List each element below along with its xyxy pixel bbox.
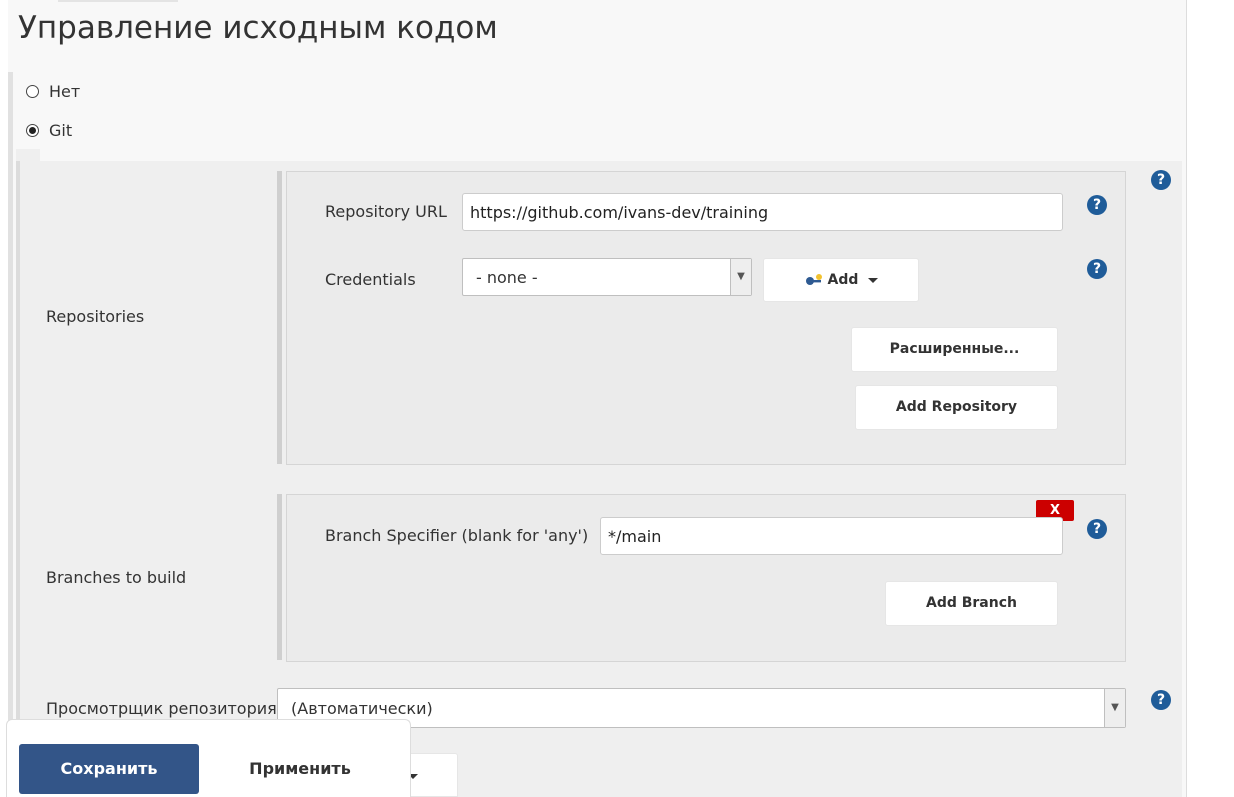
- add-branch-button[interactable]: Add Branch: [885, 581, 1058, 626]
- branches-label: Branches to build: [46, 568, 187, 587]
- repositories-label: Repositories: [46, 307, 145, 326]
- section-indent-bar: [8, 72, 13, 797]
- section-title: Управление исходным кодом: [18, 10, 498, 46]
- apply-button[interactable]: Применить: [210, 744, 390, 794]
- branch-specifier-label: Branch Specifier (blank for 'any'): [325, 526, 589, 545]
- chevron-down-icon: ▼: [1104, 689, 1125, 727]
- add-credentials-label: Add: [827, 272, 859, 288]
- git-help-icon[interactable]: ?: [1151, 170, 1171, 190]
- scm-option-none-label: Нет: [49, 81, 81, 101]
- repository-url-help-icon[interactable]: ?: [1087, 195, 1107, 215]
- add-behaviour-button[interactable]: [406, 753, 458, 797]
- advanced-button[interactable]: Расширенные...: [851, 327, 1058, 372]
- radio-none[interactable]: [26, 84, 39, 98]
- repo-browser-help-icon[interactable]: ?: [1151, 690, 1171, 710]
- git-block-notch: [16, 149, 40, 161]
- credentials-help-icon[interactable]: ?: [1087, 259, 1107, 279]
- repo-browser-label: Просмотрщик репозитория: [46, 699, 277, 718]
- caret-down-icon: [868, 277, 879, 283]
- add-repository-button[interactable]: Add Repository: [855, 385, 1058, 430]
- add-credentials-button[interactable]: Add: [763, 258, 919, 302]
- repository-url-label: Repository URL: [325, 202, 447, 221]
- repositories-indent-bar: [277, 171, 282, 464]
- scm-option-none[interactable]: Нет: [26, 79, 80, 103]
- scm-option-git[interactable]: Git: [26, 118, 72, 142]
- credentials-select[interactable]: - none - ▼: [462, 258, 752, 296]
- top-tab-edge: [58, 0, 178, 2]
- branch-specifier-help-icon[interactable]: ?: [1087, 519, 1107, 539]
- branch-specifier-input[interactable]: [600, 517, 1063, 555]
- repository-url-input[interactable]: [462, 193, 1063, 231]
- chevron-down-icon: ▼: [730, 259, 751, 295]
- credentials-select-value: - none -: [476, 268, 538, 287]
- credentials-label: Credentials: [325, 270, 416, 289]
- key-icon: [805, 274, 822, 285]
- branches-indent-bar: [277, 494, 282, 660]
- job-config-page: Управление исходным кодом Нет Git ? Repo…: [0, 0, 1234, 797]
- scm-option-git-label: Git: [49, 120, 73, 140]
- radio-git[interactable]: [26, 123, 39, 137]
- save-button[interactable]: Сохранить: [19, 744, 199, 794]
